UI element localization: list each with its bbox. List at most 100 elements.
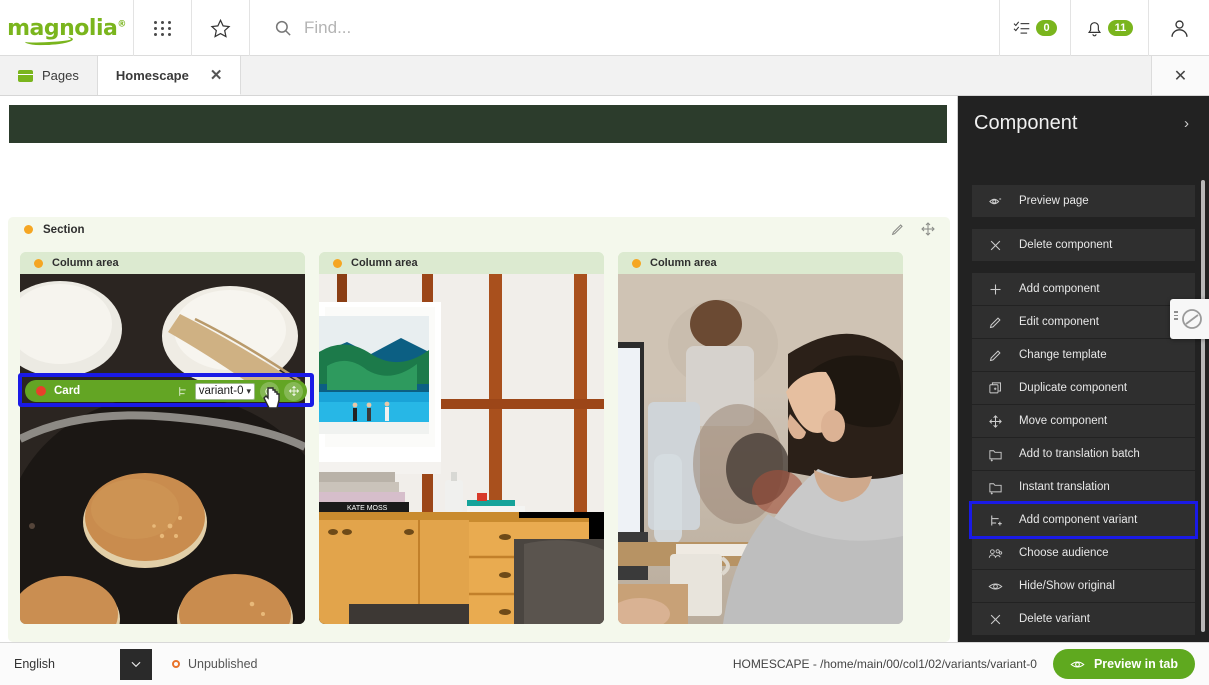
user-avatar-icon xyxy=(1170,19,1188,37)
panel-menu: Preview page Delete component Add compon… xyxy=(958,185,1209,635)
status-label: Unpublished xyxy=(188,657,258,671)
tasks-count-badge: 0 xyxy=(1036,20,1057,36)
menu-item-edit-component[interactable]: Edit component xyxy=(972,306,1195,338)
plus-icon xyxy=(990,284,1001,294)
tab-close-icon[interactable]: ✕ xyxy=(210,66,223,84)
chevron-right-icon[interactable]: › xyxy=(1184,115,1189,132)
search-input[interactable]: Find... xyxy=(304,18,351,38)
menu-item-delete-variant[interactable]: Delete variant xyxy=(972,603,1195,635)
audience-group-icon xyxy=(988,548,1003,558)
publication-status: Unpublished xyxy=(172,657,258,671)
column-area-3-label: Column area xyxy=(650,257,717,269)
tab-homescape[interactable]: Homescape ✕ xyxy=(97,56,242,95)
column-area-3-header[interactable]: Column area xyxy=(618,252,903,274)
menu-item-label: Delete component xyxy=(1019,239,1113,251)
page-canvas[interactable]: Section Column area Column area KATE MOS… xyxy=(0,96,958,642)
menu-item-change-template[interactable]: Change template xyxy=(972,339,1195,371)
menu-item-label: Add component xyxy=(1019,283,1100,295)
menu-item-label: Instant translation xyxy=(1019,481,1110,493)
tab-pages-label: Pages xyxy=(42,68,79,83)
language-dropdown-button[interactable] xyxy=(120,648,152,680)
tasks-button[interactable]: 0 xyxy=(1000,0,1071,56)
column-area-1-header[interactable]: Column area xyxy=(20,252,305,274)
section-status-dot-icon xyxy=(24,225,33,234)
notifications-button[interactable]: 11 xyxy=(1071,0,1149,56)
menu-item-hide-show-original[interactable]: Hide/Show original xyxy=(972,570,1195,602)
menu-item-move-component[interactable]: Move component xyxy=(972,405,1195,437)
variant-icon xyxy=(178,386,186,396)
menu-item-duplicate-component[interactable]: Duplicate component xyxy=(972,372,1195,404)
menu-item-preview-page[interactable]: Preview page xyxy=(972,185,1195,217)
menu-item-label: Add component variant xyxy=(1019,514,1138,526)
menu-item-label: Change template xyxy=(1019,349,1107,361)
apps-launcher-button[interactable] xyxy=(134,0,192,56)
logo-registered-mark: ® xyxy=(117,19,126,30)
menu-item-label: Choose audience xyxy=(1019,547,1109,559)
language-label: English xyxy=(14,657,55,671)
global-search[interactable]: Find... xyxy=(250,0,1000,56)
grid-apps-icon xyxy=(153,20,172,36)
section-label: Section xyxy=(43,223,85,236)
section-header[interactable]: Section xyxy=(8,217,950,242)
drag-grip-icon xyxy=(1174,311,1178,320)
pages-icon xyxy=(18,69,33,82)
folder-plus-icon xyxy=(989,482,1002,494)
variant-dropdown-value: variant-0 xyxy=(198,384,244,397)
duplicate-icon xyxy=(989,381,1001,393)
user-menu-button[interactable] xyxy=(1149,0,1209,56)
menu-item-add-component-variant[interactable]: Add component variant xyxy=(969,501,1198,539)
tab-pages[interactable]: Pages xyxy=(0,56,98,95)
pencil-icon xyxy=(989,349,1001,361)
preview-page-icon xyxy=(989,198,1002,204)
column-area-1[interactable]: Column area xyxy=(20,252,305,624)
card-status-dot-icon xyxy=(36,386,46,396)
move-arrows-icon[interactable] xyxy=(920,221,936,237)
menu-item-add-component[interactable]: Add component xyxy=(972,273,1195,305)
star-icon xyxy=(210,18,231,38)
menu-item-label: Preview page xyxy=(1019,195,1089,207)
column-area-2[interactable]: Column area KATE MOSS xyxy=(319,252,604,624)
component-path: HOMESCAPE - /home/main/00/col1/02/varian… xyxy=(732,657,1037,671)
card-component-bar[interactable]: Card variant-0 ▾ xyxy=(25,380,307,402)
variant-dropdown[interactable]: variant-0 ▾ xyxy=(194,382,255,400)
column-status-dot-icon xyxy=(333,258,342,268)
unpublished-ring-icon xyxy=(172,660,180,668)
pencil-icon[interactable] xyxy=(890,221,906,237)
language-selector[interactable]: English xyxy=(14,648,152,680)
close-editor-button[interactable]: ✕ xyxy=(1151,56,1209,95)
chevron-down-icon: ▾ xyxy=(246,385,251,396)
menu-item-choose-audience[interactable]: Choose audience xyxy=(972,537,1195,569)
move-arrows-icon xyxy=(288,385,299,397)
menu-item-delete-component[interactable]: Delete component xyxy=(972,229,1195,261)
magnolia-page-editor: magnolia® Find... 0 11 Pages Homescape ✕… xyxy=(0,0,1209,685)
personalization-icon xyxy=(265,386,274,396)
menu-item-label: Delete variant xyxy=(1019,613,1090,625)
panel-scrollbar[interactable] xyxy=(1201,180,1205,632)
blocked-status-popup[interactable] xyxy=(1170,299,1209,339)
card-move-button[interactable] xyxy=(284,381,303,401)
column-area-3[interactable]: Column area xyxy=(618,252,903,624)
menu-item-add-to-translation-batch[interactable]: Add to translation batch xyxy=(972,438,1195,470)
component-actions-panel: Component › Preview page Delete componen… xyxy=(958,96,1209,642)
favorites-button[interactable] xyxy=(192,0,250,56)
column-area-2-label: Column area xyxy=(351,257,418,269)
top-navigation-bar: magnolia® Find... 0 11 xyxy=(0,0,1209,56)
status-bar: English Unpublished HOMESCAPE - /home/ma… xyxy=(0,642,1209,685)
preview-in-tab-button[interactable]: Preview in tab xyxy=(1052,649,1195,679)
search-icon xyxy=(275,20,291,36)
eye-icon xyxy=(1070,660,1085,668)
menu-item-label: Add to translation batch xyxy=(1019,448,1140,460)
section-container[interactable]: Section Column area Column area KATE MOS… xyxy=(8,217,950,642)
blocked-circle-icon xyxy=(1182,309,1202,329)
menu-item-instant-translation[interactable]: Instant translation xyxy=(972,471,1195,503)
eye-icon xyxy=(988,583,1003,589)
card-label: Card xyxy=(54,385,81,397)
close-x-icon xyxy=(990,614,1001,624)
column-status-dot-icon xyxy=(34,258,43,268)
column-area-2-header[interactable]: Column area xyxy=(319,252,604,274)
bell-icon xyxy=(1087,21,1101,36)
tab-bar: Pages Homescape ✕ ✕ xyxy=(0,56,1209,96)
card-personalization-button[interactable] xyxy=(260,381,279,401)
magnolia-logo[interactable]: magnolia® xyxy=(0,0,134,56)
svg-text:KATE MOSS: KATE MOSS xyxy=(347,505,388,512)
